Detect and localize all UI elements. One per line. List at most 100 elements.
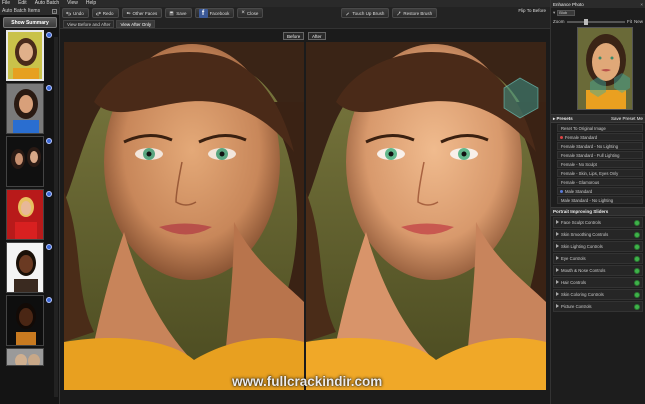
after-image[interactable] — [306, 42, 546, 390]
preset-male-standard[interactable]: Male Standard — [557, 187, 643, 195]
menu-help[interactable]: Help — [86, 0, 96, 7]
preset-female-no-sculpt[interactable]: Female - No Sculpt — [557, 160, 643, 168]
menu-file[interactable]: File — [2, 0, 10, 7]
zoom-slider[interactable] — [566, 18, 625, 25]
enhance-panel-title: Enhance Photo — [553, 1, 584, 7]
batch-panel: Auto Batch Items × Show Summary — [0, 7, 60, 404]
preset-female-skin-lips-eyes[interactable]: Female - Skin, Lips, Eyes Only — [557, 169, 643, 177]
face-sculpt-label: Face Sculpt Controls — [561, 220, 601, 225]
enabled-toggle[interactable] — [634, 243, 640, 250]
scrollbar[interactable] — [54, 37, 58, 397]
mode-select[interactable]: Blob — [557, 9, 576, 16]
close-icon: × — [241, 10, 245, 16]
sliders-title: Portrait Improving Sliders — [553, 209, 609, 214]
enhance-panel-header: Enhance Photo × — [551, 0, 645, 8]
list-item[interactable] — [0, 242, 59, 293]
list-item[interactable] — [0, 30, 59, 81]
status-badge — [46, 297, 52, 303]
enabled-toggle[interactable] — [634, 291, 640, 298]
thumbnail[interactable] — [6, 83, 44, 134]
fit-button[interactable]: Fit — [627, 19, 632, 24]
preset-female-standard-no-lighting[interactable]: Female Standard - No Lighting — [557, 142, 643, 150]
list-item[interactable] — [0, 136, 59, 187]
thumbnail[interactable] — [6, 30, 44, 81]
before-image[interactable] — [64, 42, 304, 390]
redo-icon — [95, 11, 101, 15]
toolbar: Undo Redo Other Faces Save f Facebook × … — [60, 7, 550, 29]
hair-controls-label: Hair Controls — [561, 280, 587, 285]
menu-auto-batch[interactable]: Auto Batch — [35, 0, 59, 7]
facebook-icon: f — [198, 8, 208, 18]
chevron-down-icon[interactable]: ▾ — [553, 10, 555, 16]
save-icon — [169, 11, 174, 15]
list-item[interactable] — [0, 189, 59, 240]
new-button[interactable]: New — [634, 19, 643, 24]
tab-after-only[interactable]: View After Only — [116, 20, 156, 28]
other-faces-button[interactable]: Other Faces — [121, 8, 163, 18]
hair-controls[interactable]: Hair Controls — [553, 277, 643, 288]
close-button[interactable]: × Close — [237, 8, 264, 18]
flip-to-before-label[interactable]: Flip To Before — [518, 8, 546, 13]
redo-button[interactable]: Redo — [91, 8, 119, 18]
menu-view[interactable]: View — [67, 0, 78, 7]
redo-label: Redo — [102, 10, 114, 16]
thumbnail[interactable] — [6, 242, 44, 293]
brush-icon — [346, 12, 350, 15]
batch-panel-header: Auto Batch Items × — [0, 7, 59, 15]
enabled-toggle[interactable] — [634, 303, 640, 310]
me-button[interactable]: Me — [637, 116, 643, 121]
preset-female-standard-label: Female Standard — [565, 135, 598, 140]
enabled-toggle[interactable] — [634, 231, 640, 238]
close-icon[interactable]: × — [640, 2, 643, 7]
expand-icon — [556, 268, 559, 272]
presets-title: Presets — [556, 115, 573, 121]
list-item[interactable] — [0, 295, 59, 346]
list-item[interactable] — [0, 83, 59, 134]
status-badge — [46, 85, 52, 91]
other-faces-label: Other Faces — [132, 10, 158, 16]
preset-reset-to-original[interactable]: Reset To Original Image — [557, 124, 643, 132]
restore-brush-button[interactable]: Restore Brush — [392, 8, 438, 18]
eye-controls[interactable]: Eye Controls — [553, 253, 643, 264]
presets-header: ▸ Presets Save Preset Me — [551, 114, 645, 123]
skin-lighting-controls[interactable]: Skin Lighting Controls — [553, 241, 643, 252]
restore-brush-label: Restore Brush — [403, 10, 433, 16]
mode-row: ▾ Blob — [551, 8, 645, 17]
mouth-nose-label: Mouth & Nose Controls — [561, 268, 606, 273]
preset-male-standard-no-lighting[interactable]: Male Standard - No Lighting — [557, 196, 643, 204]
thumbnail[interactable] — [6, 348, 44, 366]
preset-female-standard[interactable]: Female Standard — [557, 133, 643, 141]
undo-button[interactable]: Undo — [62, 8, 89, 18]
save-button[interactable]: Save — [165, 8, 192, 18]
list-item[interactable] — [0, 348, 59, 366]
picture-controls[interactable]: Picture Controls — [553, 301, 643, 312]
save-preset-button[interactable]: Save Preset — [611, 116, 636, 121]
mode-select-value: Blob — [559, 9, 568, 15]
face-sculpt-controls[interactable]: Face Sculpt Controls — [553, 217, 643, 228]
facebook-button[interactable]: f Facebook — [194, 8, 235, 18]
tab-before-and-after[interactable]: View Before and After — [63, 20, 115, 28]
skin-smoothing-controls[interactable]: Skin Smoothing Controls — [553, 229, 643, 240]
enabled-toggle[interactable] — [634, 219, 640, 226]
close-icon[interactable]: × — [52, 8, 57, 14]
chevron-down-icon[interactable]: ▸ — [553, 116, 555, 121]
mouth-nose-controls[interactable]: Mouth & Nose Controls — [553, 265, 643, 276]
thumbnail[interactable] — [6, 295, 44, 346]
skin-coloring-label: Skin Coloring Controls — [561, 292, 604, 297]
zoom-slider-handle[interactable] — [584, 18, 589, 25]
navigator-preview[interactable] — [577, 27, 633, 110]
touch-up-brush-label: Touch Up Brush — [352, 10, 385, 16]
expand-icon — [556, 232, 559, 236]
facebook-label: Facebook — [209, 10, 230, 16]
show-summary-button[interactable]: Show Summary — [3, 17, 57, 28]
touch-up-brush-button[interactable]: Touch Up Brush — [341, 8, 390, 18]
skin-coloring-controls[interactable]: Skin Coloring Controls — [553, 289, 643, 300]
enabled-toggle[interactable] — [634, 279, 640, 286]
preset-female-glamorous[interactable]: Female - Glamorous — [557, 178, 643, 186]
thumbnail[interactable] — [6, 136, 44, 187]
enabled-toggle[interactable] — [634, 267, 640, 274]
thumbnail[interactable] — [6, 189, 44, 240]
menu-edit[interactable]: Edit — [18, 0, 27, 7]
preset-female-standard-full-lighting[interactable]: Female Standard - Full Lighting — [557, 151, 643, 159]
enabled-toggle[interactable] — [634, 255, 640, 262]
